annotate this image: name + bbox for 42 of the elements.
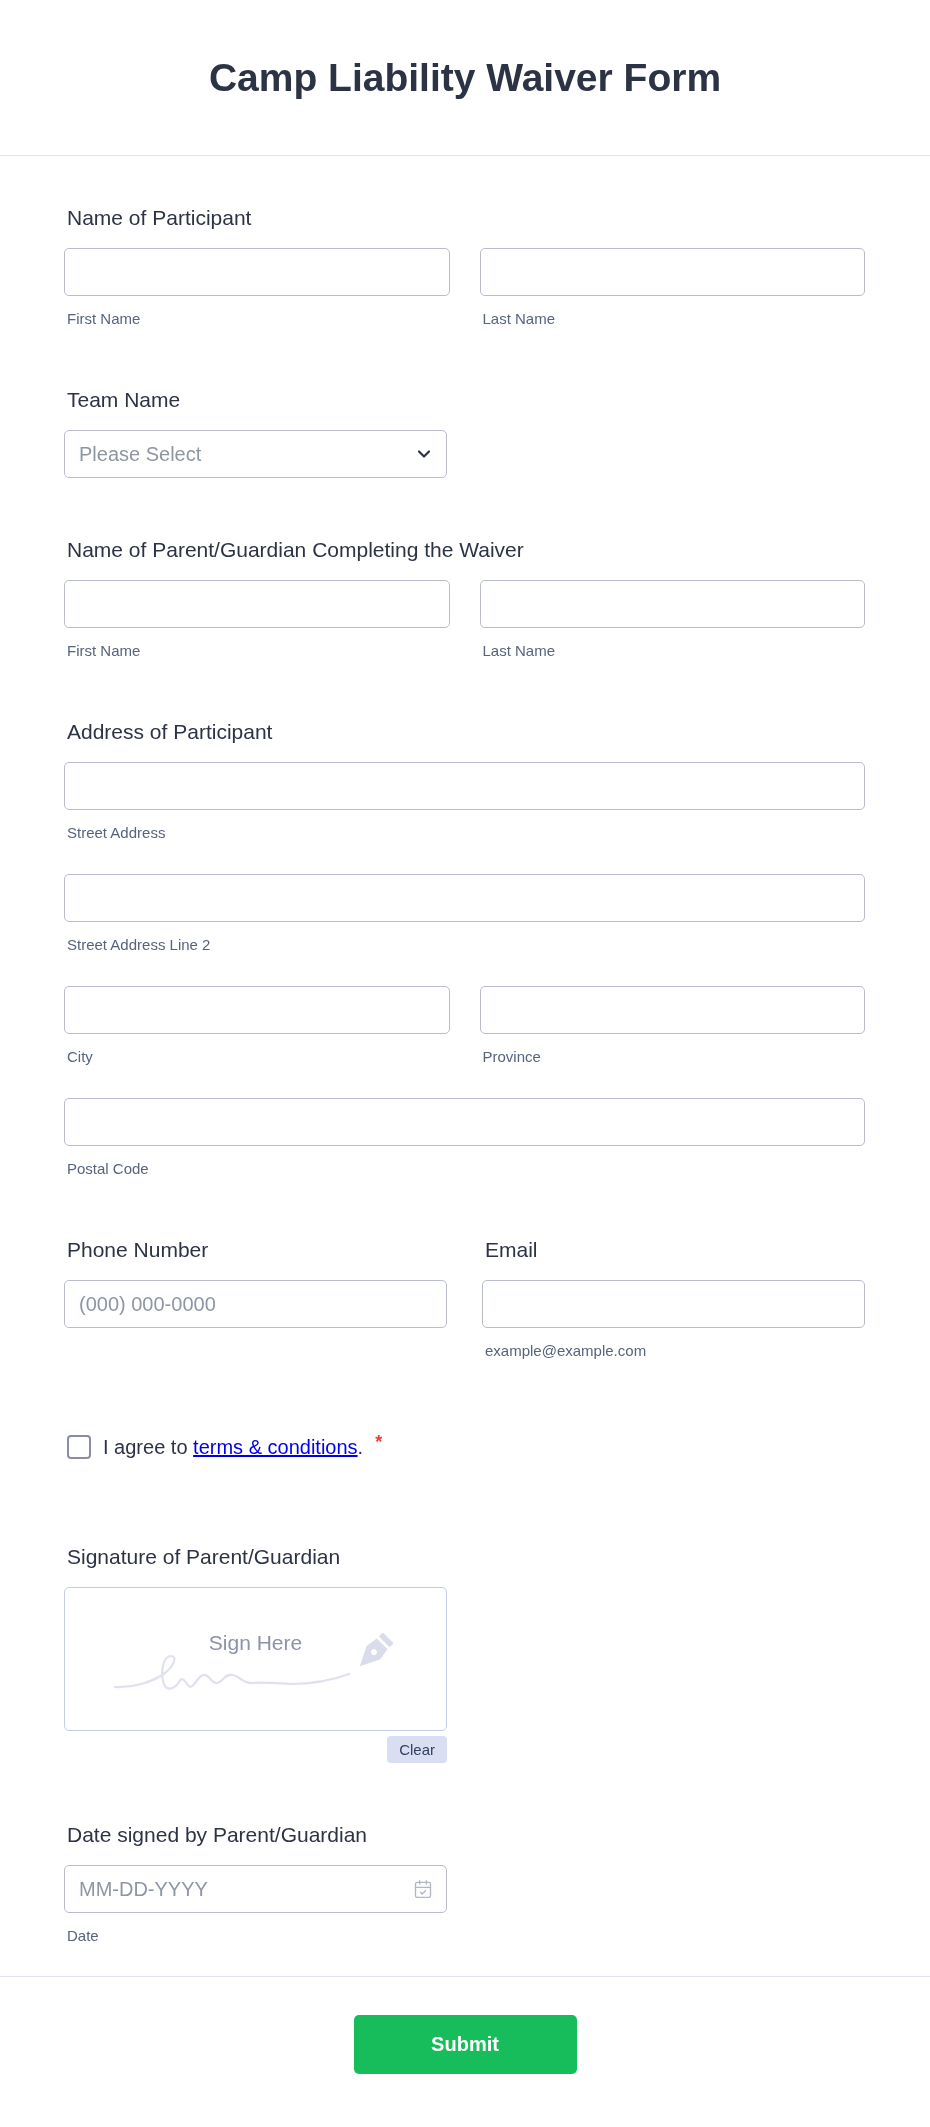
email-field[interactable] [482,1280,865,1328]
field-label: Email [485,1238,538,1262]
field-label: Address of Participant [67,720,273,744]
field-sublabel: Street Address Line 2 [67,936,211,954]
form-title: Camp Liability Waiver Form [208,54,722,101]
address-field[interactable] [64,986,450,1034]
field-sublabel: First Name [67,310,141,328]
field-sublabel: Street Address [67,824,166,842]
field-label: Name of Participant [67,206,252,230]
address-field[interactable] [64,874,865,922]
required-asterisk: * [375,1433,383,1451]
field-label: Date signed by Parent/Guardian [67,1823,368,1847]
name-field[interactable] [64,580,450,628]
field-sublabel: First Name [67,642,141,660]
field-label: Phone Number [67,1238,209,1262]
scribble-icon [113,1654,351,1692]
dropdown-field[interactable]: Please Select [64,430,447,478]
field-label: Team Name [67,388,181,412]
name-field[interactable] [479,248,865,296]
name-field[interactable] [64,248,450,296]
address-field[interactable] [64,762,865,810]
field-sublabel: Postal Code [67,1160,149,1178]
field-sublabel: Province [482,1048,541,1066]
phone-field[interactable]: (000) 000-0000 [64,1280,447,1328]
clear-button[interactable]: Clear [387,1736,447,1763]
name-field[interactable] [479,580,865,628]
checkbox[interactable] [67,1435,91,1459]
calendar-icon [413,1879,433,1899]
date-field[interactable]: MM-DD-YYYY [64,1865,447,1913]
field-label: Signature of Parent/Guardian [67,1545,341,1569]
field-sublabel: Last Name [482,310,556,328]
signature-pad[interactable]: Sign Here [64,1587,447,1731]
submit-button[interactable]: Submit [353,2015,577,2074]
field-sublabel: City [67,1048,93,1066]
address-field[interactable] [479,986,865,1034]
address-field[interactable] [64,1098,865,1146]
agreement-text: I agree to terms & conditions. [103,1435,364,1460]
field-sublabel: example@example.com [485,1342,647,1360]
field-label: Name of Parent/Guardian Completing the Waiver [67,538,524,562]
field-sublabel: Last Name [482,642,556,660]
terms-link[interactable]: terms & conditions [193,1436,358,1458]
field-sublabel: Date [67,1927,99,1945]
